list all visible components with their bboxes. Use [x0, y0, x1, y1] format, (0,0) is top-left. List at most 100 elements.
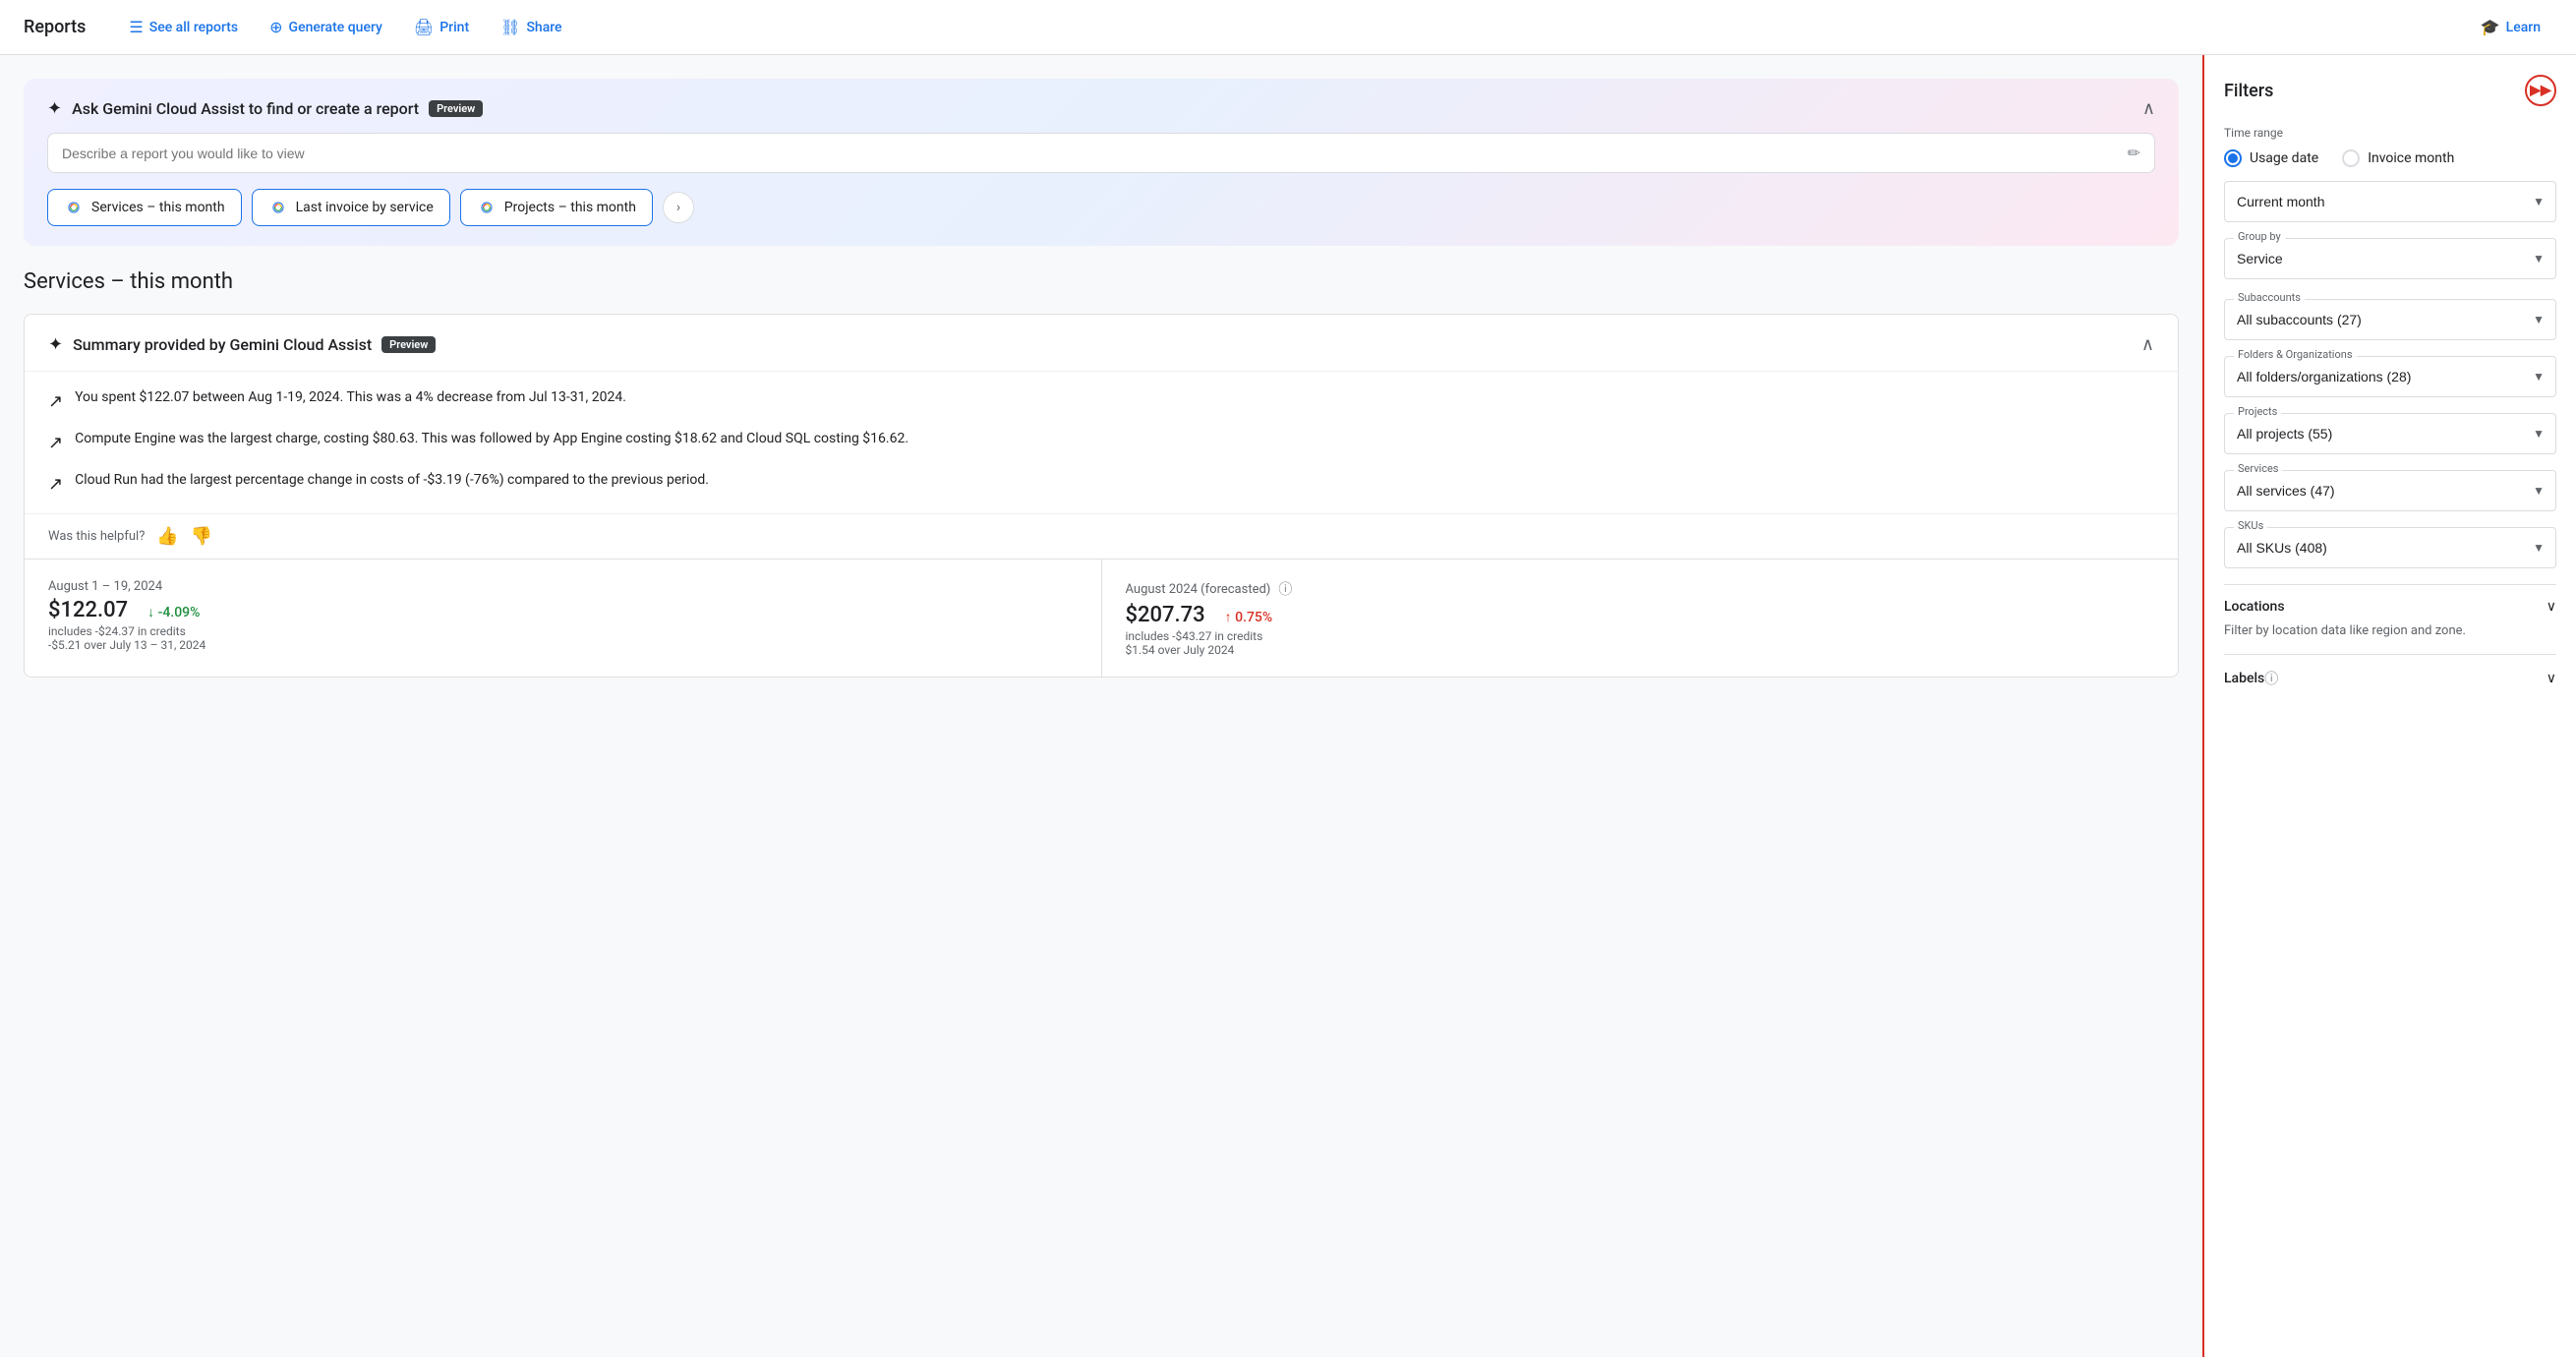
- projects-dropdown[interactable]: All projects (55): [2224, 413, 2556, 454]
- radio-group: Usage date Invoice month: [2224, 149, 2556, 167]
- gemini-bar: ✦ Ask Gemini Cloud Assist to find or cre…: [24, 79, 2179, 246]
- folders-orgs-dropdown[interactable]: All folders/organizations (28): [2224, 356, 2556, 397]
- summary-card: ✦ Summary provided by Gemini Cloud Assis…: [24, 314, 2179, 678]
- share-icon: ⛓: [500, 18, 520, 36]
- period-dropdown[interactable]: Current month Last month Last 3 months L…: [2224, 181, 2556, 222]
- labels-chevron-icon: ∨: [2547, 671, 2556, 686]
- summary-item-3: ↗ Cloud Run had the largest percentage c…: [48, 470, 2154, 498]
- page-title: Reports: [24, 17, 86, 37]
- filters-title: Filters: [2224, 81, 2273, 101]
- folders-orgs-label: Folders & Organizations: [2234, 348, 2357, 361]
- close-panel-icon: ▶▶: [2530, 83, 2551, 98]
- labels-info-icon: ⓘ: [2264, 669, 2278, 688]
- collapse-icon[interactable]: ∧: [2142, 98, 2155, 119]
- period1-top-row: $122.07 ↓ -4.09%: [48, 598, 1078, 624]
- services-label: Services: [2234, 462, 2282, 475]
- skus-label: SKUs: [2234, 519, 2267, 532]
- top-nav: Reports ☰ See all reports ⊕ Generate que…: [0, 0, 2576, 55]
- see-all-reports-link[interactable]: ☰ See all reports: [117, 12, 250, 42]
- search-icon: ⊕: [269, 18, 282, 36]
- stat-box-period2: August 2024 (forecasted) ⓘ $207.73 ↑ 0.7…: [1102, 559, 2179, 677]
- period1-label: August 1 – 19, 2024: [48, 579, 1078, 594]
- period1-sub: includes -$24.37 in credits: [48, 624, 1078, 638]
- chip-projects-month[interactable]: Projects – this month: [460, 189, 653, 226]
- invoice-month-radio[interactable]: [2342, 149, 2360, 167]
- summary-preview-badge: Preview: [381, 336, 436, 353]
- folders-orgs-wrapper: Folders & Organizations All folders/orga…: [2224, 356, 2556, 397]
- period2-top-row: $207.73 ↑ 0.75%: [1126, 603, 2155, 629]
- services-wrapper: Services All services (47) ▼: [2224, 470, 2556, 511]
- chip-services-month[interactable]: Services – this month: [47, 189, 242, 226]
- period1-change-sub: -$5.21 over July 13 – 31, 2024: [48, 638, 1078, 652]
- sparkle-icon: ✦: [47, 98, 62, 119]
- gemini-search-input[interactable]: [62, 146, 2128, 161]
- trend-icon-2: ↗: [48, 430, 63, 456]
- skus-wrapper: SKUs All SKUs (408) ▼: [2224, 527, 2556, 568]
- stats-row: August 1 – 19, 2024 $122.07 ↓ -4.09% inc…: [25, 559, 2178, 677]
- trend-icon-1: ↗: [48, 388, 63, 415]
- gcp-logo-icon-2: [268, 198, 288, 217]
- share-link[interactable]: ⛓ Share: [489, 12, 573, 42]
- summary-header: ✦ Summary provided by Gemini Cloud Assis…: [25, 315, 2178, 372]
- gcp-logo-icon: [64, 198, 84, 217]
- suggestion-chips: Services – this month Last invoice by se…: [47, 189, 2155, 226]
- period2-change-sub: $1.54 over July 2024: [1126, 643, 2155, 657]
- summary-title: ✦ Summary provided by Gemini Cloud Assis…: [48, 334, 436, 355]
- learn-icon: 🎓: [2481, 18, 2500, 36]
- print-link[interactable]: 🖨 Print: [402, 12, 481, 42]
- period-dropdown-wrapper: Current month Last month Last 3 months L…: [2224, 181, 2556, 222]
- locations-header[interactable]: Locations ∨: [2224, 599, 2556, 615]
- summary-item-2: ↗ Compute Engine was the largest charge,…: [48, 429, 2154, 456]
- period2-value: $207.73: [1126, 603, 1205, 627]
- chip-last-invoice[interactable]: Last invoice by service: [252, 189, 450, 226]
- gemini-bar-title: ✦ Ask Gemini Cloud Assist to find or cre…: [47, 98, 483, 119]
- trend-icon-3: ↗: [48, 471, 63, 498]
- learn-link[interactable]: 🎓 Learn: [2469, 12, 2552, 42]
- usage-date-option[interactable]: Usage date: [2224, 149, 2318, 167]
- gemini-input-row: ✏: [47, 133, 2155, 173]
- edit-icon: ✏: [2128, 144, 2140, 162]
- group-by-dropdown[interactable]: Service Project SKU Location: [2224, 238, 2556, 279]
- filters-close-button[interactable]: ▶▶: [2525, 75, 2556, 106]
- period2-sub: includes -$43.27 in credits: [1126, 629, 2155, 643]
- services-dropdown[interactable]: All services (47): [2224, 470, 2556, 511]
- stat-box-period1: August 1 – 19, 2024 $122.07 ↓ -4.09% inc…: [25, 559, 1102, 677]
- summary-collapse-icon[interactable]: ∧: [2141, 334, 2154, 355]
- period2-label: August 2024 (forecasted) ⓘ: [1126, 579, 2155, 599]
- usage-date-radio[interactable]: [2224, 149, 2242, 167]
- subaccounts-dropdown[interactable]: All subaccounts (27): [2224, 299, 2556, 340]
- thumbs-up-button[interactable]: 👍: [156, 526, 178, 547]
- preview-badge: Preview: [429, 100, 483, 117]
- generate-query-link[interactable]: ⊕ Generate query: [258, 12, 394, 42]
- sparkle-icon-2: ✦: [48, 334, 63, 355]
- nav-links: ☰ See all reports ⊕ Generate query 🖨 Pri…: [117, 12, 2552, 42]
- filters-header: Filters ▶▶: [2224, 75, 2556, 106]
- period2-change: ↑ 0.75%: [1225, 609, 1273, 625]
- locations-content: Filter by location data like region and …: [2224, 622, 2556, 640]
- print-icon: 🖨: [414, 18, 434, 36]
- content-area: ✦ Ask Gemini Cloud Assist to find or cre…: [0, 55, 2202, 1357]
- group-by-label: Group by: [2234, 230, 2285, 243]
- time-range-section: Time range Usage date Invoice month Curr…: [2224, 126, 2556, 279]
- labels-header[interactable]: Labels ⓘ ∨: [2224, 669, 2556, 688]
- gcp-logo-icon-3: [477, 198, 497, 217]
- summary-body: ↗ You spent $122.07 between Aug 1-19, 20…: [25, 372, 2178, 513]
- period1-value: $122.07: [48, 598, 128, 622]
- invoice-month-option[interactable]: Invoice month: [2342, 149, 2454, 167]
- report-title: Services – this month: [24, 269, 2179, 294]
- info-icon: ⓘ: [1278, 579, 1292, 599]
- skus-dropdown[interactable]: All SKUs (408): [2224, 527, 2556, 568]
- gemini-bar-header: ✦ Ask Gemini Cloud Assist to find or cre…: [47, 98, 2155, 119]
- group-by-wrapper: Group by Service Project SKU Location ▼: [2224, 238, 2556, 279]
- locations-chevron-icon: ∨: [2547, 599, 2556, 615]
- projects-wrapper: Projects All projects (55) ▼: [2224, 413, 2556, 454]
- period1-change: ↓ -4.09%: [147, 604, 200, 620]
- subaccounts-label: Subaccounts: [2234, 291, 2305, 304]
- time-range-label: Time range: [2224, 126, 2556, 140]
- thumbs-down-button[interactable]: 👎: [191, 526, 212, 547]
- chips-next-button[interactable]: ›: [663, 192, 694, 223]
- summary-item-1: ↗ You spent $122.07 between Aug 1-19, 20…: [48, 387, 2154, 415]
- list-icon: ☰: [129, 18, 143, 36]
- labels-section: Labels ⓘ ∨: [2224, 654, 2556, 702]
- helpful-row: Was this helpful? 👍 👎: [25, 513, 2178, 559]
